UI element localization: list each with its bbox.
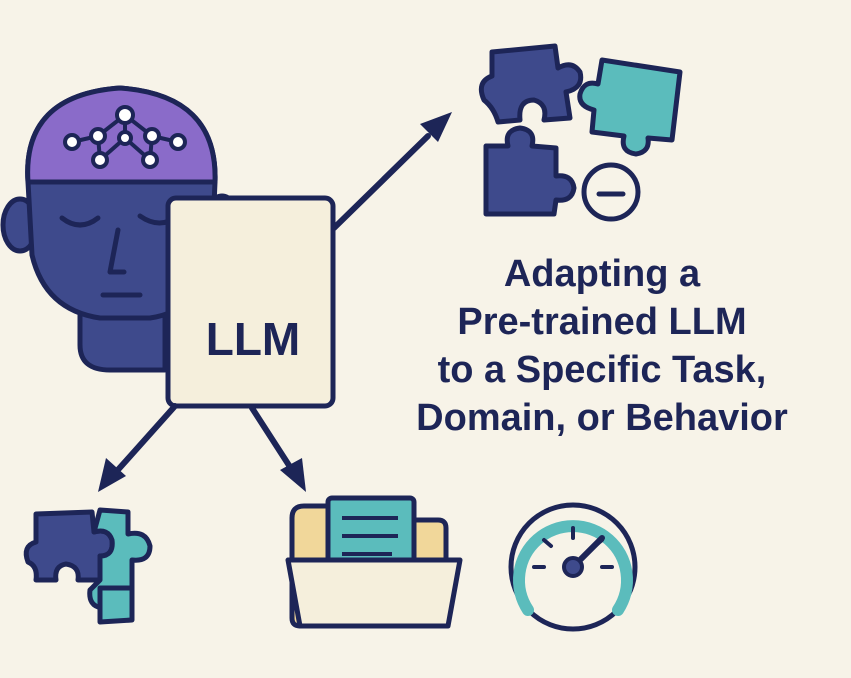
headline-line-4: Domain, or Behavior — [416, 397, 788, 439]
arrow-to-folder — [249, 405, 306, 492]
headline: Adapting a Pre-trained LLM to a Specific… — [362, 250, 842, 442]
arrow-to-puzzle-bottom — [98, 403, 178, 492]
headline-line-2: Pre-trained LLM — [457, 301, 747, 343]
folder-document-icon — [285, 495, 463, 629]
llm-label: LLM — [205, 313, 301, 365]
minus-circle-icon — [581, 162, 641, 222]
headline-line-1: Adapting a — [503, 253, 701, 295]
speedometer-gauge-icon — [508, 502, 638, 632]
puzzle-pieces-separated-icon — [478, 43, 683, 217]
puzzle-pieces-joined-icon — [23, 507, 153, 625]
document-card-icon — [165, 195, 336, 409]
arrow-to-puzzle-top — [331, 112, 452, 231]
headline-line-3: to a Specific Task, — [437, 349, 767, 391]
